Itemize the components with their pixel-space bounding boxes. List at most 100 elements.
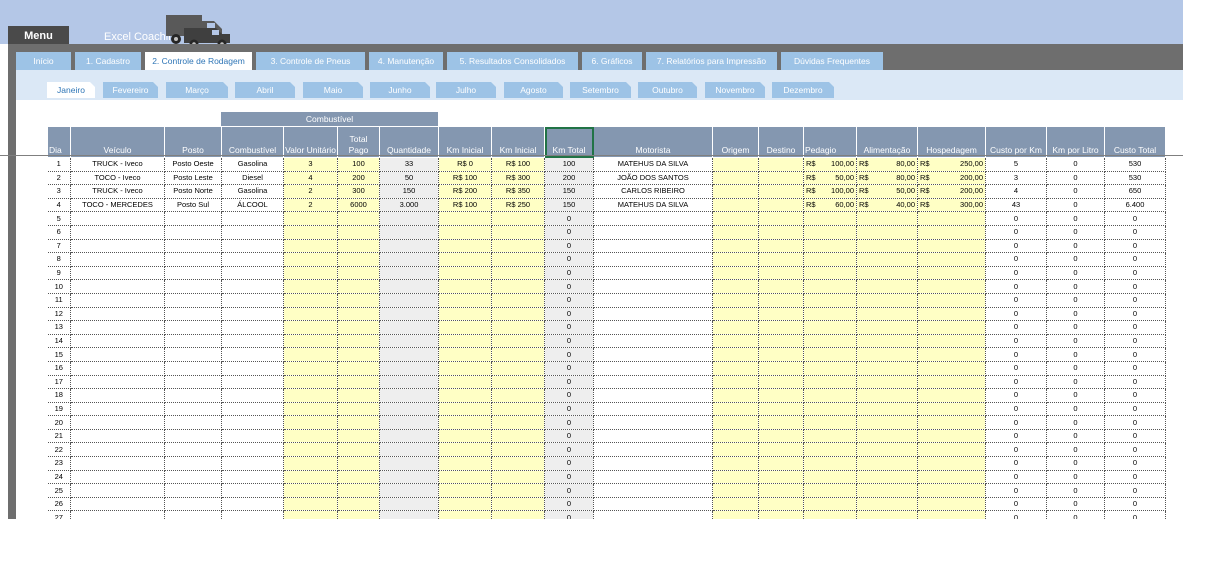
cell-pedagio[interactable]: R$ 100,00 [803,157,857,172]
cell-motorista[interactable] [593,375,713,390]
cell-custo-total[interactable]: 0 [1104,266,1166,281]
cell-motorista[interactable]: JOÃO DOS SANTOS [593,171,713,186]
cell-hospedagem[interactable] [917,225,986,240]
cell-combustivel[interactable] [221,361,284,376]
cell-quantidade[interactable] [379,483,439,498]
cell-km-total[interactable]: 0 [544,320,594,335]
cell-alimentacao[interactable] [856,293,918,308]
cell-custo-km[interactable]: 0 [985,429,1047,444]
cell-destino[interactable] [758,442,804,458]
cell-destino[interactable] [758,239,804,254]
cell-km-litro[interactable]: 0 [1046,429,1105,444]
cell-posto[interactable] [164,334,222,349]
cell-quantidade[interactable] [379,361,439,376]
col-header-hospedagem[interactable]: Hospedagem [917,126,986,158]
cell-dia[interactable]: 23 [47,456,71,471]
cell-quantidade[interactable] [379,402,439,417]
cell-km-total[interactable]: 0 [544,415,594,430]
cell-total[interactable] [337,375,380,390]
cell-quantidade[interactable]: 150 [379,184,439,199]
cell-veiculo[interactable] [70,239,165,254]
cell-pedagio[interactable]: R$ 60,00 [803,198,857,213]
cell-km-ini2[interactable] [491,415,545,430]
cell-km-total[interactable]: 0 [544,279,594,294]
cell-km-total[interactable]: 100 [544,157,594,172]
cell-dia[interactable]: 11 [47,293,71,308]
cell-km-ini[interactable] [438,442,492,458]
cell-custo-total[interactable]: 530 [1104,171,1166,186]
cell-posto[interactable] [164,293,222,308]
cell-motorista[interactable] [593,307,713,322]
cell-pedagio[interactable] [803,320,857,335]
cell-destino[interactable] [758,361,804,376]
cell-alimentacao[interactable] [856,361,918,376]
cell-valor[interactable] [283,415,338,430]
cell-combustivel[interactable]: Diesel [221,171,284,186]
cell-dia[interactable]: 2 [47,171,71,186]
cell-destino[interactable] [758,456,804,471]
cell-veiculo[interactable] [70,334,165,349]
cell-valor[interactable] [283,456,338,471]
cell-combustivel[interactable] [221,252,284,267]
cell-quantidade[interactable] [379,211,439,226]
cell-alimentacao[interactable] [856,320,918,335]
cell-combustivel[interactable] [221,239,284,254]
cell-custo-km[interactable]: 0 [985,334,1047,349]
cell-destino[interactable] [758,402,804,417]
cell-km-ini[interactable] [438,510,492,519]
col-header-custo-total[interactable]: Custo Total [1104,126,1166,158]
col-header-origem[interactable]: Origem [712,126,759,158]
col-header-valor-unitario[interactable]: Valor Unitário [283,126,338,158]
cell-posto[interactable] [164,497,222,512]
month-tab-julho[interactable]: Julho [436,82,496,98]
cell-motorista[interactable]: MATEHUS DA SILVA [593,198,713,213]
cell-motorista[interactable] [593,415,713,430]
cell-km-ini[interactable] [438,334,492,349]
cell-destino[interactable] [758,266,804,281]
cell-posto[interactable]: Posto Leste [164,171,222,186]
cell-destino[interactable] [758,375,804,390]
cell-veiculo[interactable] [70,442,165,458]
cell-pedagio[interactable] [803,279,857,294]
cell-alimentacao[interactable] [856,402,918,417]
cell-custo-total[interactable]: 0 [1104,470,1166,485]
cell-km-litro[interactable]: 0 [1046,252,1105,267]
cell-destino[interactable] [758,415,804,430]
cell-veiculo[interactable] [70,361,165,376]
cell-combustivel[interactable]: ÁLCOOL [221,198,284,213]
cell-custo-km[interactable]: 0 [985,320,1047,335]
cell-motorista[interactable] [593,388,713,403]
cell-km-ini2[interactable] [491,239,545,254]
col-header-total-pago[interactable]: Total Pago [337,126,380,158]
cell-custo-km[interactable]: 0 [985,307,1047,322]
cell-combustivel[interactable] [221,334,284,349]
cell-pedagio[interactable] [803,266,857,281]
cell-quantidade[interactable] [379,279,439,294]
cell-motorista[interactable]: CARLOS RIBEIRO [593,184,713,199]
col-header-km-inicial[interactable]: Km Inicial [438,126,492,158]
nav-tab-cadastro[interactable]: 1. Cadastro [75,52,141,70]
cell-custo-total[interactable]: 0 [1104,225,1166,240]
cell-veiculo[interactable] [70,252,165,267]
cell-total[interactable] [337,361,380,376]
cell-combustivel[interactable] [221,266,284,281]
cell-km-litro[interactable]: 0 [1046,456,1105,471]
cell-combustivel[interactable] [221,320,284,335]
cell-origem[interactable] [712,483,759,498]
cell-pedagio[interactable] [803,510,857,519]
cell-alimentacao[interactable]: R$ 80,00 [856,157,918,172]
cell-alimentacao[interactable] [856,307,918,322]
cell-hospedagem[interactable] [917,266,986,281]
cell-total[interactable] [337,429,380,444]
cell-posto[interactable]: Posto Sul [164,198,222,213]
cell-custo-total[interactable]: 0 [1104,307,1166,322]
cell-total[interactable] [337,510,380,519]
cell-veiculo[interactable] [70,279,165,294]
cell-quantidade[interactable] [379,347,439,362]
cell-km-total[interactable]: 0 [544,442,594,458]
cell-km-ini[interactable] [438,279,492,294]
cell-destino[interactable] [758,293,804,308]
cell-posto[interactable] [164,415,222,430]
cell-origem[interactable] [712,320,759,335]
cell-combustivel[interactable] [221,293,284,308]
